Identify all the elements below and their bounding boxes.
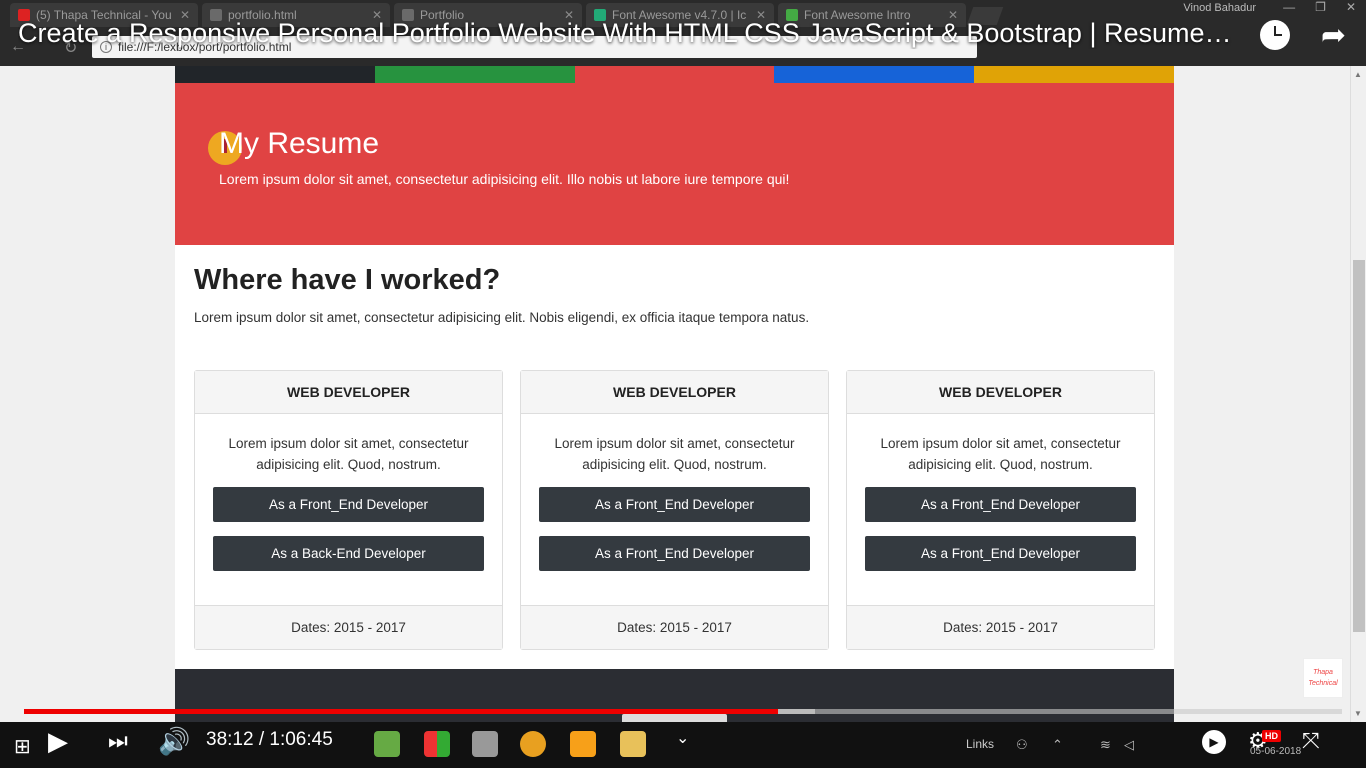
channel-watermark[interactable]: Thapa Technical — [1303, 658, 1343, 698]
card-text: Lorem ipsum dolor sit amet, consectetur … — [228, 436, 469, 472]
chrome-icon[interactable] — [520, 731, 546, 757]
job-card: WEB DEVELOPER Lorem ipsum dolor sit amet… — [846, 370, 1155, 650]
watch-later-icon[interactable] — [1260, 20, 1290, 50]
card-footer: Dates: 2015 - 2017 — [521, 605, 828, 649]
card-header: WEB DEVELOPER — [847, 371, 1154, 414]
resume-subtitle: Lorem ipsum dolor sit amet, consectetur … — [219, 171, 790, 187]
exit-fullscreen-icon[interactable]: ⤧ — [1302, 728, 1320, 754]
folder-icon[interactable] — [620, 731, 646, 757]
card-text: Lorem ipsum dolor sit amet, consectetur … — [554, 436, 795, 472]
volume-icon[interactable]: 🔊 — [158, 726, 190, 757]
stripe — [374, 66, 575, 83]
card-header: WEB DEVELOPER — [195, 371, 502, 414]
video-title: Create a Responsive Personal Portfolio W… — [18, 18, 1238, 48]
hd-badge: HD — [1262, 730, 1281, 742]
window-controls: — ❐ ✕ — [1283, 0, 1356, 14]
resume-banner: My Resume Lorem ipsum dolor sit amet, co… — [175, 83, 1174, 245]
portfolio-container: My Resume Lorem ipsum dolor sit amet, co… — [175, 66, 1174, 722]
scroll-thumb[interactable] — [1353, 260, 1365, 632]
app-icon[interactable] — [424, 731, 450, 757]
video-time: 38:12 / 1:06:45 — [206, 729, 333, 750]
taskbar-date: 05-06-2018 — [1250, 746, 1302, 757]
role-button[interactable]: As a Front_End Developer — [865, 487, 1136, 522]
chevron-up-icon[interactable]: ⌃ — [1052, 737, 1063, 753]
share-icon[interactable]: ➦ — [1321, 18, 1346, 53]
people-icon[interactable]: ⚇ — [1016, 737, 1028, 753]
chevron-down-icon[interactable]: ⌄ — [676, 728, 689, 748]
scroll-up-icon[interactable]: ▲ — [1354, 70, 1362, 79]
close-window-icon[interactable]: ✕ — [1346, 0, 1356, 14]
card-footer: Dates: 2015 - 2017 — [195, 605, 502, 649]
mail-icon[interactable] — [472, 731, 498, 757]
card-header: WEB DEVELOPER — [521, 371, 828, 414]
restore-icon[interactable]: ❐ — [1315, 0, 1326, 14]
wifi-icon[interactable]: ≋ — [1100, 737, 1111, 753]
section-subtitle: Lorem ipsum dolor sit amet, consectetur … — [194, 310, 810, 325]
sublime-icon[interactable] — [570, 731, 596, 757]
autoplay-toggle-icon[interactable]: ▶ — [1202, 730, 1226, 754]
profile-name[interactable]: Vinod Bahadur — [1183, 2, 1256, 14]
role-button[interactable]: As a Front_End Developer — [865, 536, 1136, 571]
stripe — [974, 66, 1174, 83]
card-footer: Dates: 2015 - 2017 — [847, 605, 1154, 649]
section-title: Where have I worked? — [194, 264, 501, 296]
page-scrollbar[interactable]: ▲ ▼ — [1350, 66, 1366, 722]
color-stripes — [175, 66, 1174, 83]
role-button[interactable]: As a Back-End Developer — [213, 536, 484, 571]
stripe — [175, 66, 375, 83]
scroll-down-icon[interactable]: ▼ — [1354, 709, 1362, 718]
resume-title: My Resume — [219, 127, 380, 160]
role-button[interactable]: As a Front_End Developer — [539, 536, 810, 571]
role-button[interactable]: As a Front_End Developer — [213, 487, 484, 522]
card-text: Lorem ipsum dolor sit amet, consectetur … — [880, 436, 1121, 472]
next-icon[interactable]: ⏭ — [108, 728, 128, 754]
job-card: WEB DEVELOPER Lorem ipsum dolor sit amet… — [194, 370, 503, 650]
play-icon[interactable]: ▶ — [48, 726, 68, 757]
speaker-icon[interactable]: ◁ — [1124, 737, 1134, 753]
stripe — [774, 66, 975, 83]
taskbar-links[interactable]: Links — [966, 737, 994, 751]
minimize-icon[interactable]: — — [1283, 0, 1295, 14]
windows-start-icon[interactable]: ⊞ — [14, 734, 31, 759]
role-button[interactable]: As a Front_End Developer — [539, 487, 810, 522]
stripe — [574, 66, 775, 83]
app-icon[interactable] — [374, 731, 400, 757]
scrubber-preview — [622, 714, 727, 722]
job-card: WEB DEVELOPER Lorem ipsum dolor sit amet… — [520, 370, 829, 650]
